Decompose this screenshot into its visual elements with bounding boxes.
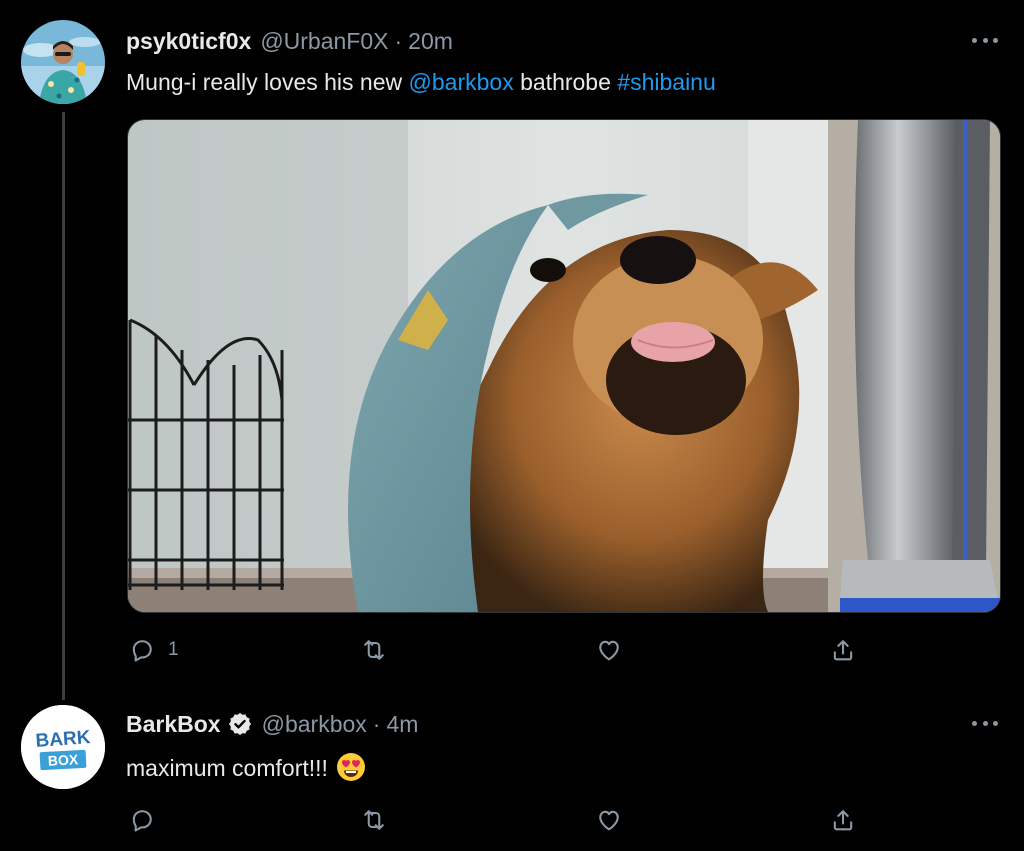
retweet-button[interactable] [360, 633, 400, 667]
timestamp[interactable]: 4m [386, 709, 418, 739]
retweet-icon [364, 810, 384, 830]
tweet-psyk0ticf0x[interactable]: psyk0ticf0x @UrbanF0X · 20m Mung-i reall… [0, 0, 1024, 700]
timestamp[interactable]: 20m [408, 26, 453, 56]
share-icon [833, 810, 853, 831]
more-icon[interactable] [972, 718, 998, 728]
retweet-button[interactable] [360, 803, 400, 837]
reply-icon [132, 810, 152, 832]
mention-link[interactable]: @barkbox [409, 69, 514, 95]
tweet-header: BarkBox @barkbox · 4m [126, 709, 418, 739]
user-handle[interactable]: @UrbanF0X [260, 26, 388, 56]
like-button[interactable] [595, 633, 635, 667]
reply-icon [132, 640, 152, 662]
retweet-icon [364, 640, 384, 660]
like-button[interactable] [595, 803, 635, 837]
tweet-text: Mung-i really loves his new @barkbox bat… [126, 67, 716, 97]
reply-button[interactable]: 1 [128, 633, 179, 667]
barkbox-logo-bark: BARK [35, 727, 91, 752]
thread-line [62, 112, 65, 700]
tweet-photo[interactable] [127, 119, 1001, 613]
tweet-text-part: bathrobe [513, 69, 618, 95]
hashtag-link[interactable]: #shibainu [617, 69, 715, 95]
share-icon [833, 640, 853, 661]
separator-dot: · [394, 28, 403, 54]
avatar-barkbox[interactable]: BARK BOX [21, 705, 105, 789]
verified-badge-icon [227, 711, 253, 737]
reply-button[interactable] [128, 803, 168, 837]
tweet-text-part: Mung-i really loves his new [126, 69, 409, 95]
heart-eyes-emoji-icon [336, 752, 366, 782]
reply-count: 1 [168, 639, 179, 660]
tweet-text: maximum comfort!!! [126, 752, 366, 783]
tweet-actions: 1 [126, 633, 866, 667]
tweet-header: psyk0ticf0x @UrbanF0X · 20m [126, 26, 453, 56]
share-button[interactable] [829, 803, 857, 837]
display-name[interactable]: psyk0ticf0x [126, 26, 251, 56]
avatar-psyk0ticf0x[interactable] [21, 20, 105, 104]
tweet-barkbox[interactable]: BARK BOX BarkBox @barkbox · 4m maximum c… [0, 690, 1024, 851]
separator-dot: · [372, 711, 381, 737]
display-name[interactable]: BarkBox [126, 709, 221, 739]
more-icon[interactable] [972, 35, 998, 45]
tweet-actions [126, 803, 866, 837]
barkbox-logo-box: BOX [47, 751, 79, 769]
like-icon [599, 640, 619, 661]
share-button[interactable] [829, 633, 857, 667]
like-icon [599, 810, 619, 831]
tweet-text-part: maximum comfort!!! [126, 755, 328, 781]
user-handle[interactable]: @barkbox [262, 709, 367, 739]
